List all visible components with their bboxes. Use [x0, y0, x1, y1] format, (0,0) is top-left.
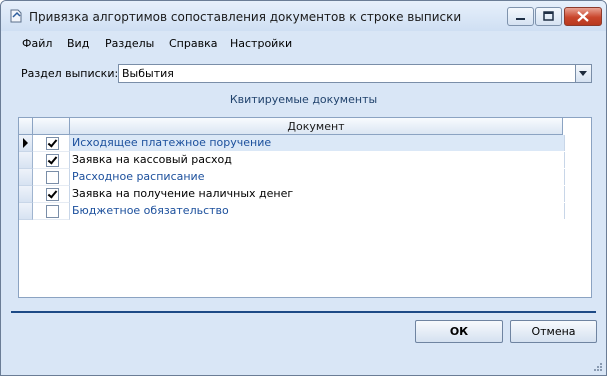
chevron-down-icon[interactable] — [575, 65, 591, 82]
table-row[interactable]: Исходящее платежное поручение — [19, 135, 591, 152]
row-checkbox[interactable] — [46, 205, 59, 218]
maximize-icon — [543, 11, 554, 21]
checkbox-cell — [33, 152, 70, 169]
row-header-corner — [19, 118, 33, 135]
check-column-header[interactable] — [33, 118, 70, 135]
document-link-icon — [10, 9, 22, 23]
row-header — [19, 152, 33, 169]
row-checkbox[interactable] — [46, 188, 59, 201]
cancel-button[interactable]: Отмена — [510, 320, 597, 343]
section-select-value: Выбытия — [122, 67, 174, 80]
menu-file[interactable]: Файл — [22, 37, 52, 50]
minimize-button[interactable] — [507, 7, 534, 26]
checkbox-cell — [33, 186, 70, 203]
menu-help[interactable]: Справка — [169, 37, 217, 50]
title-bar[interactable]: Привязка алгортимов сопоставления докуме… — [1, 1, 606, 31]
close-icon — [577, 11, 589, 22]
document-cell: Заявка на кассовый расход — [70, 152, 565, 168]
document-column-header[interactable]: Документ — [70, 118, 563, 135]
document-cell: Исходящее платежное поручение — [70, 135, 565, 151]
row-header — [19, 169, 33, 186]
table-row[interactable]: Заявка на получение наличных денег — [19, 186, 591, 203]
row-header — [19, 203, 33, 220]
row-checkbox[interactable] — [46, 171, 59, 184]
section-select[interactable]: Выбытия — [118, 64, 592, 83]
document-cell: Расходное расписание — [70, 169, 565, 185]
table-row[interactable]: Расходное расписание — [19, 169, 591, 186]
menu-view[interactable]: Вид — [67, 37, 89, 50]
table-row[interactable]: Бюджетное обязательство — [19, 203, 591, 220]
document-cell: Заявка на получение наличных денег — [70, 186, 565, 202]
table-row[interactable]: Заявка на кассовый расход — [19, 152, 591, 169]
minimize-icon — [516, 18, 525, 20]
menu-sections[interactable]: Разделы — [105, 37, 154, 50]
document-column-header-label: Документ — [287, 120, 345, 133]
grid-caption: Квитируемые документы — [229, 93, 378, 106]
row-checkbox[interactable] — [46, 137, 59, 150]
row-checkbox[interactable] — [46, 154, 59, 167]
section-label: Раздел выписки: — [21, 67, 119, 80]
divider — [11, 311, 596, 313]
documents-grid: Документ Исходящее платежное поручение З… — [18, 117, 592, 298]
document-cell: Бюджетное обязательство — [70, 203, 565, 219]
checkbox-cell — [33, 169, 70, 186]
menu-bar — [1, 31, 606, 55]
menu-settings[interactable]: Настройки — [230, 37, 292, 50]
checkbox-cell — [33, 203, 70, 220]
window-title: Привязка алгортимов сопоставления докуме… — [29, 10, 462, 24]
current-row-indicator-icon — [19, 135, 33, 152]
close-button[interactable] — [564, 7, 602, 26]
resize-grip-icon[interactable] — [592, 361, 602, 371]
row-header — [19, 186, 33, 203]
dialog-window: Привязка алгортимов сопоставления докуме… — [0, 0, 607, 376]
ok-button[interactable]: ОК — [415, 320, 503, 343]
maximize-button[interactable] — [535, 7, 562, 26]
checkbox-cell — [33, 135, 70, 152]
